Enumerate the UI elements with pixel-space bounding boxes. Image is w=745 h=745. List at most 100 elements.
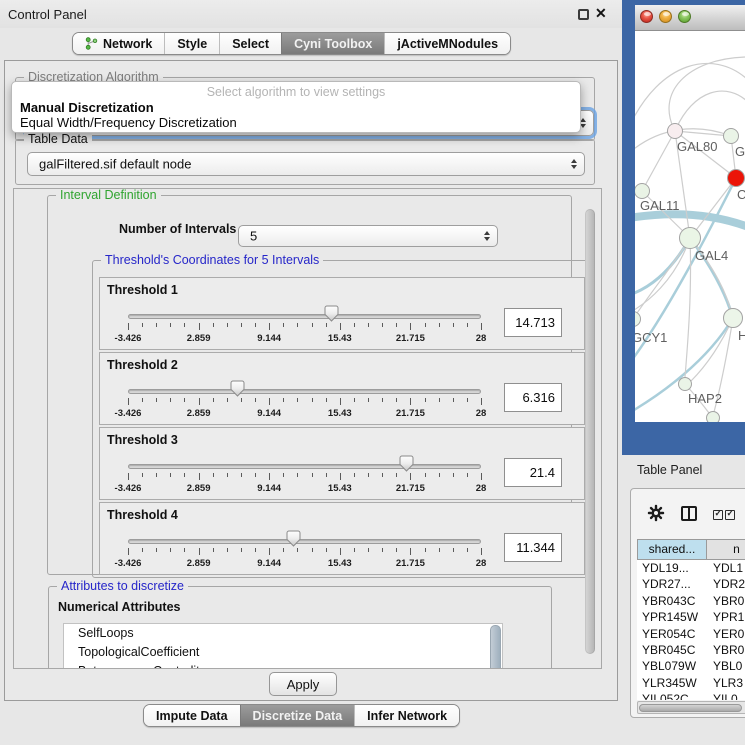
table-row[interactable]: YLR345WYLR3 [637, 675, 745, 691]
minimize-traffic-light-icon[interactable] [659, 10, 672, 23]
threshold-row: Threshold 2-3.4262.8599.14415.4321.71528… [99, 352, 585, 425]
table-row[interactable]: YBR043CYBR0 [637, 593, 745, 609]
network-canvas[interactable]: GAL80GACGAL11GAL4GCY1HHAP2 [635, 31, 745, 422]
threshold-label: Threshold 2 [107, 358, 178, 372]
table-header: shared... n [637, 539, 745, 560]
slider-thumb[interactable] [324, 305, 339, 322]
cell-shared-name: YDL19... [637, 560, 707, 576]
interval-definition-group: Interval Definition Number of Intervals … [47, 195, 572, 575]
slider-tick-label: 28 [476, 333, 487, 344]
control-panel-tabs: NetworkStyleSelectCyni ToolboxjActiveMNo… [72, 32, 511, 55]
threshold-row: Threshold 3-3.4262.8599.14415.4321.71528… [99, 427, 585, 500]
list-item-betweennesscentrality[interactable]: BetweennessCentrality [64, 662, 502, 669]
list-item-topologicalcoefficient[interactable]: TopologicalCoefficient [64, 643, 502, 662]
scrollbar-thumb[interactable] [639, 704, 742, 712]
slider-thumb[interactable] [230, 380, 245, 397]
table-data-combo[interactable]: galFiltered.sif default node [27, 152, 585, 176]
table-row[interactable]: YER054CYER0 [637, 626, 745, 642]
table-data-combo-value: galFiltered.sif default node [39, 157, 191, 172]
network-node-c[interactable] [727, 169, 745, 187]
checked-checkbox-icon[interactable] [725, 510, 735, 520]
node-label-c: C [737, 187, 745, 202]
tab-infer-network[interactable]: Infer Network [354, 705, 459, 726]
slider-tick-label: -3.426 [115, 558, 142, 569]
slider-tick-label: 9.144 [257, 483, 281, 494]
slider-tick-label: 21.715 [396, 333, 425, 344]
slider-thumb[interactable] [399, 455, 414, 472]
popup-placeholder: Select algorithm to view settings [12, 85, 580, 99]
threshold-value-field[interactable]: 6.316 [504, 383, 562, 412]
close-icon[interactable]: ✕ [595, 5, 607, 22]
zoom-traffic-light-icon[interactable] [678, 10, 691, 23]
column-header-name[interactable]: n [707, 539, 745, 560]
tab-cyni-toolbox[interactable]: Cyni Toolbox [281, 33, 384, 54]
node-label-gal4: GAL4 [695, 248, 728, 263]
network-node-hap2[interactable] [678, 377, 692, 391]
checked-checkbox-icon[interactable] [713, 510, 723, 520]
slider-track[interactable] [128, 464, 481, 469]
table-row[interactable]: YDL19...YDL1 [637, 560, 745, 576]
thresholds-title: Threshold's Coordinates for 5 Intervals [101, 253, 323, 267]
table-row[interactable]: YIL052CYIL0 [637, 691, 745, 700]
gear-icon[interactable] [647, 504, 665, 527]
slider-track[interactable] [128, 389, 481, 394]
table-row[interactable]: YPR145WYPR1 [637, 609, 745, 625]
slider-thumb[interactable] [286, 530, 301, 547]
attributes-title: Attributes to discretize [57, 579, 188, 593]
node-label-ga: GA [735, 144, 745, 159]
slider-tick-label: 28 [476, 408, 487, 419]
popup-option-manual-discretization[interactable]: Manual Discretization [20, 100, 154, 115]
threshold-value-field[interactable]: 14.713 [504, 308, 562, 337]
cell-shared-name: YLR345W [637, 675, 707, 691]
table-row[interactable]: YBR045CYBR0 [637, 642, 745, 658]
slider-tick-labels: -3.4262.8599.14415.4321.71528 [128, 483, 481, 495]
split-columns-icon[interactable] [681, 506, 697, 521]
slider-tick-labels: -3.4262.8599.14415.4321.71528 [128, 558, 481, 570]
node-label-gal11: GAL11 [640, 198, 680, 213]
network-node-gal4[interactable] [679, 227, 701, 249]
cyni-mode-tabs: Impute DataDiscretize DataInfer Network [143, 704, 460, 727]
network-view-window: GAL80GACGAL11GAL4GCY1HHAP2 [622, 0, 745, 455]
popup-option-equal-width-frequency[interactable]: Equal Width/Frequency Discretization [20, 115, 237, 130]
column-header-shared-name[interactable]: shared... [637, 539, 707, 560]
apply-button[interactable]: Apply [269, 672, 337, 696]
network-node-gal80[interactable] [667, 123, 683, 139]
slider-tick-label: 28 [476, 558, 487, 569]
network-node[interactable] [706, 411, 720, 422]
slider-ticks [128, 473, 481, 481]
slider-track[interactable] [128, 314, 481, 319]
list-scrollbar[interactable] [490, 625, 501, 669]
cell-shared-name: YPR145W [637, 609, 707, 625]
panel-title: Control Panel [8, 7, 87, 22]
table-row[interactable]: YDR27...YDR2 [637, 576, 745, 592]
threshold-row: Threshold 1-3.4262.8599.14415.4321.71528… [99, 277, 585, 350]
table-horizontal-scrollbar[interactable] [637, 701, 745, 714]
numerical-attributes-label: Numerical Attributes [58, 600, 180, 614]
float-window-icon[interactable] [578, 9, 589, 20]
list-item-selfloops[interactable]: SelfLoops [64, 624, 502, 643]
threshold-value-field[interactable]: 11.344 [504, 533, 562, 562]
number-of-intervals-value: 5 [250, 229, 257, 244]
network-window-titlebar[interactable] [635, 5, 745, 31]
network-node-h[interactable] [723, 308, 743, 328]
table-row[interactable]: YBL079WYBL0 [637, 658, 745, 674]
slider-ticks [128, 548, 481, 556]
tab-discretize-data[interactable]: Discretize Data [240, 705, 355, 726]
tab-network[interactable]: Network [73, 33, 164, 54]
slider-track[interactable] [128, 539, 481, 544]
slider-tick-label: 21.715 [396, 558, 425, 569]
network-node-ga[interactable] [723, 128, 739, 144]
tab-style[interactable]: Style [164, 33, 219, 54]
close-traffic-light-icon[interactable] [640, 10, 653, 23]
table-panel-title: Table Panel [637, 463, 702, 477]
tab-select[interactable]: Select [219, 33, 281, 54]
tab-jactivemnodules[interactable]: jActiveMNodules [384, 33, 510, 54]
threshold-value-field[interactable]: 21.4 [504, 458, 562, 487]
node-label-hap2: HAP2 [688, 391, 722, 406]
settings-scrollbar[interactable] [585, 209, 595, 654]
tab-impute-data[interactable]: Impute Data [144, 705, 240, 726]
slider-tick-label: -3.426 [115, 408, 142, 419]
number-of-intervals-combo[interactable]: 5 [238, 225, 498, 247]
slider-tick-label: 2.859 [187, 408, 211, 419]
slider-tick-label: 9.144 [257, 333, 281, 344]
